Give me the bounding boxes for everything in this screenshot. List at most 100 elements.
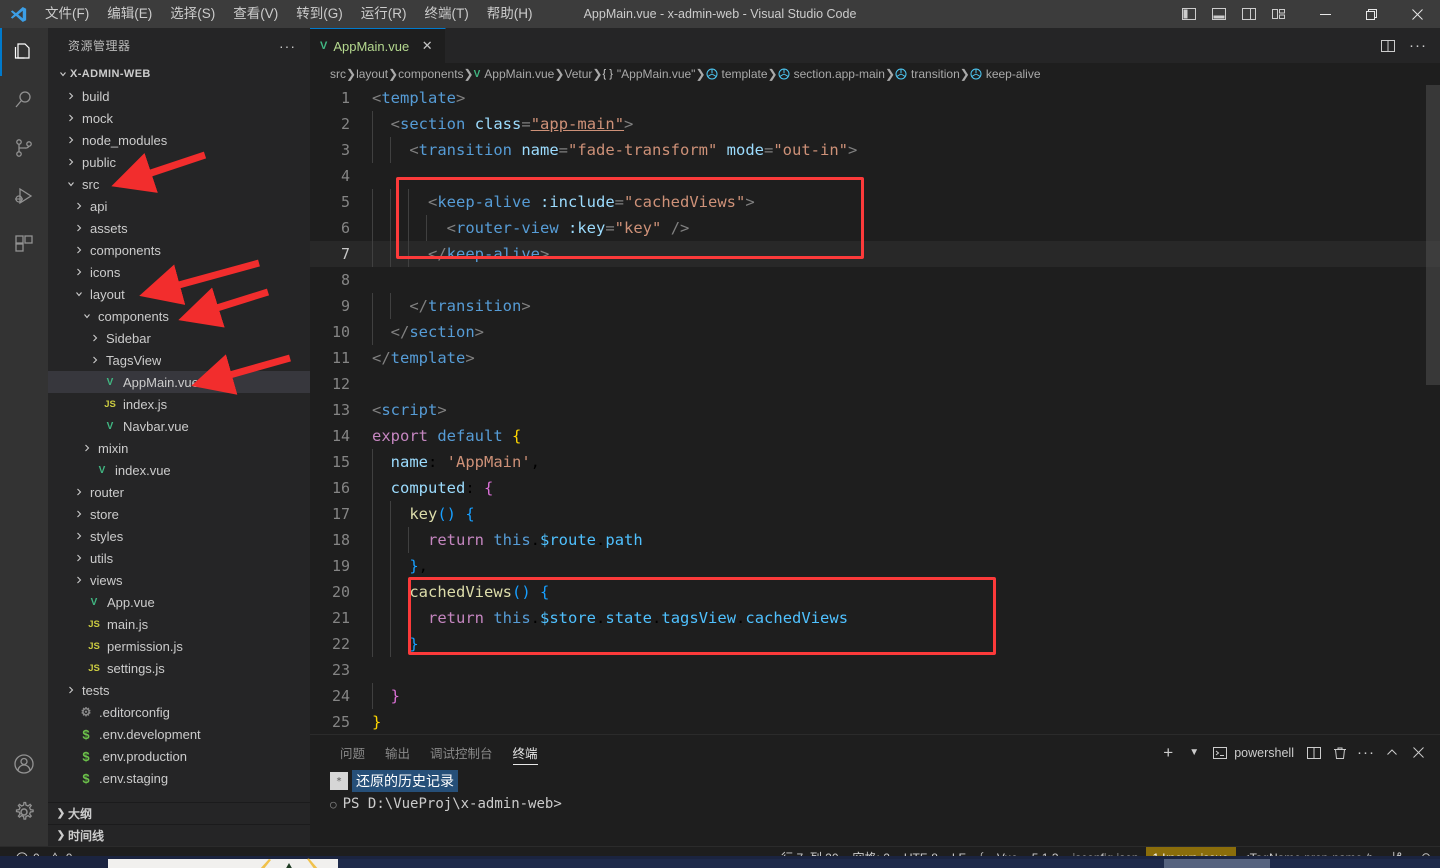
chevron-right-icon[interactable]	[80, 443, 94, 454]
toggle-secondary-sidebar-icon[interactable]	[1234, 0, 1264, 28]
tree-item-mock[interactable]: mock	[48, 107, 310, 129]
activity-explorer[interactable]	[0, 28, 48, 76]
code-line-text[interactable]: <transition name="fade-transform" mode="…	[372, 137, 1440, 163]
tree-item-components[interactable]: components	[48, 239, 310, 261]
outline-section[interactable]: ❯ 大纲	[48, 802, 310, 824]
code-line[interactable]: 4	[310, 163, 1440, 189]
tree-item-icons[interactable]: icons	[48, 261, 310, 283]
editor-viewport[interactable]: 1 <template> 2 <section class="app-main"> 3…	[310, 85, 1440, 734]
file-tree[interactable]: X-ADMIN-WEB build mock node_modules public sr…	[48, 63, 310, 802]
chevron-down-icon[interactable]	[64, 179, 78, 190]
chevron-right-icon[interactable]	[72, 245, 86, 256]
code-line[interactable]: 7 </keep-alive>	[310, 241, 1440, 267]
code-line[interactable]: 5 <keep-alive :include="cachedViews">	[310, 189, 1440, 215]
code-line[interactable]: 8	[310, 267, 1440, 293]
tree-item-styles[interactable]: styles	[48, 525, 310, 547]
code-line-text[interactable]: computed: {	[372, 475, 1440, 501]
tree-item-sidebar[interactable]: Sidebar	[48, 327, 310, 349]
code-line[interactable]: 3 <transition name="fade-transform" mode…	[310, 137, 1440, 163]
code-line-text[interactable]: cachedViews() {	[372, 579, 1440, 605]
timeline-section[interactable]: ❯ 时间线	[48, 824, 310, 846]
chevron-down-icon[interactable]	[56, 69, 70, 80]
toggle-primary-sidebar-icon[interactable]	[1174, 0, 1204, 28]
menu-help[interactable]: 帮助(H)	[478, 0, 542, 28]
code-line-text[interactable]: <section class="app-main">	[372, 111, 1440, 137]
activity-run-debug[interactable]	[0, 172, 48, 220]
code-line-text[interactable]: },	[372, 553, 1440, 579]
chevron-right-icon[interactable]	[64, 91, 78, 102]
code-line[interactable]: 15 name: 'AppMain',	[310, 449, 1440, 475]
window-close-button[interactable]	[1394, 0, 1440, 28]
tree-item-index-vue[interactable]: Vindex.vue	[48, 459, 310, 481]
tree-item-x-admin-web[interactable]: X-ADMIN-WEB	[48, 63, 310, 85]
panel-more-actions-icon[interactable]: ···	[1354, 741, 1378, 765]
new-terminal-icon[interactable]: +	[1156, 741, 1180, 765]
code-line-text[interactable]: <router-view :key="key" />	[372, 215, 1440, 241]
tree-item-store[interactable]: store	[48, 503, 310, 525]
activity-search[interactable]	[0, 76, 48, 124]
tree-item-env-development[interactable]: $ .env.development	[48, 723, 310, 745]
breadcrumb-item-template[interactable]: template	[706, 67, 768, 81]
chevron-right-icon[interactable]	[64, 135, 78, 146]
code-line[interactable]: 2 <section class="app-main">	[310, 111, 1440, 137]
tree-item-public[interactable]: public	[48, 151, 310, 173]
chevron-right-icon[interactable]	[72, 487, 86, 498]
terminal-dropdown-icon[interactable]: ▼	[1182, 741, 1206, 765]
tree-item-layout[interactable]: layout	[48, 283, 310, 305]
code-line-text[interactable]: return this.$store.state.tagsView.cached…	[372, 605, 1440, 631]
code-line[interactable]: 1 <template>	[310, 85, 1440, 111]
terminal-shell-name[interactable]: powershell	[1234, 746, 1300, 760]
menu-view[interactable]: 查看(V)	[224, 0, 287, 28]
window-restore-button[interactable]	[1348, 0, 1394, 28]
chevron-right-icon[interactable]	[72, 531, 86, 542]
breadcrumb-item-section-app-main[interactable]: section.app-main	[778, 67, 885, 81]
menu-edit[interactable]: 编辑(E)	[98, 0, 161, 28]
code-line[interactable]: 21 return this.$store.state.tagsView.cac…	[310, 605, 1440, 631]
panel-tab-terminal[interactable]: 终端	[503, 735, 548, 770]
tab-close-icon[interactable]: ✕	[419, 38, 435, 54]
toggle-panel-icon[interactable]	[1204, 0, 1234, 28]
code-line-text[interactable]: }	[372, 683, 1440, 709]
code-line-text[interactable]: key() {	[372, 501, 1440, 527]
code-content[interactable]: 1 <template> 2 <section class="app-main"> 3…	[310, 85, 1440, 734]
activity-accounts[interactable]	[0, 740, 48, 788]
tree-item-views[interactable]: views	[48, 569, 310, 591]
tree-item-editorconfig[interactable]: ⚙ .editorconfig	[48, 701, 310, 723]
panel-tab-output[interactable]: 输出	[375, 735, 420, 770]
customize-layout-icon[interactable]	[1264, 0, 1294, 28]
panel-tab-problems[interactable]: 问题	[330, 735, 375, 770]
chevron-right-icon[interactable]	[64, 157, 78, 168]
tree-item-env-staging[interactable]: $ .env.staging	[48, 767, 310, 789]
code-line[interactable]: 17 key() {	[310, 501, 1440, 527]
chevron-right-icon[interactable]	[72, 575, 86, 586]
chevron-right-icon[interactable]	[64, 685, 78, 696]
code-line[interactable]: 11 </template>	[310, 345, 1440, 371]
chevron-right-icon[interactable]	[72, 509, 86, 520]
menu-bar[interactable]: 文件(F) 编辑(E) 选择(S) 查看(V) 转到(G) 运行(R) 终端(T…	[36, 0, 542, 28]
code-line-text[interactable]: <keep-alive :include="cachedViews">	[372, 189, 1440, 215]
code-line-text[interactable]	[372, 267, 1440, 293]
code-line[interactable]: 14 export default {	[310, 423, 1440, 449]
kill-terminal-icon[interactable]	[1328, 741, 1352, 765]
chevron-right-icon[interactable]	[88, 333, 102, 344]
editor-scrollbar[interactable]	[1426, 85, 1440, 734]
code-line[interactable]: 25}	[310, 709, 1440, 734]
menu-terminal[interactable]: 终端(T)	[416, 0, 478, 28]
code-line-text[interactable]: </keep-alive>	[372, 241, 1440, 267]
code-line-text[interactable]	[372, 657, 1440, 683]
code-line[interactable]: 22 }	[310, 631, 1440, 657]
code-line[interactable]: 24 }	[310, 683, 1440, 709]
breadcrumb-item-vetur[interactable]: Vetur	[564, 67, 592, 81]
panel-maximize-icon[interactable]	[1380, 741, 1404, 765]
tree-item-env-production[interactable]: $ .env.production	[48, 745, 310, 767]
code-line-text[interactable]: </transition>	[372, 293, 1440, 319]
terminal-body[interactable]: * 还原的历史记录 ○ PS D:\VueProj\x-admin-web>	[310, 770, 1440, 846]
breadcrumb-item-layout[interactable]: layout	[356, 67, 388, 81]
tree-item-settings-js[interactable]: JS settings.js	[48, 657, 310, 679]
tree-item-assets[interactable]: assets	[48, 217, 310, 239]
chevron-right-icon[interactable]	[72, 553, 86, 564]
explorer-more-actions-icon[interactable]: ···	[273, 38, 302, 54]
breadcrumb-item-appmain-vue[interactable]: { } "AppMain.vue"	[602, 67, 695, 81]
code-line[interactable]: 9 </transition>	[310, 293, 1440, 319]
code-line-text[interactable]: </section>	[372, 319, 1440, 345]
